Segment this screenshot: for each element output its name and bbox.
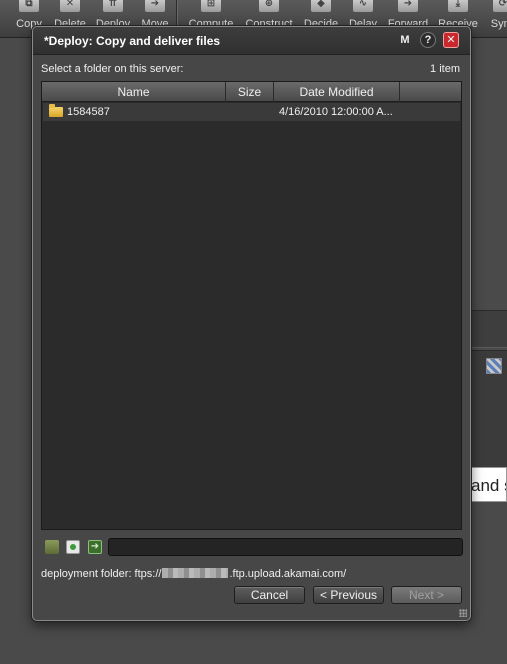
deployment-folder-suffix: .ftp.upload.akamai.com/ bbox=[229, 568, 347, 580]
file-list[interactable]: Name Size Date Modified 1584587 4/16/201… bbox=[41, 81, 462, 530]
cancel-button[interactable]: Cancel bbox=[234, 586, 305, 604]
column-header-filler bbox=[400, 82, 463, 102]
compute-icon: ⊞ bbox=[201, 0, 221, 12]
column-header-size[interactable]: Size bbox=[226, 82, 274, 102]
previous-button[interactable]: < Previous bbox=[313, 586, 384, 604]
delay-icon: ∿ bbox=[353, 0, 373, 12]
background-panel-header bbox=[471, 310, 507, 348]
toolbar-sync-button[interactable]: ⟳ Sync bbox=[480, 0, 507, 37]
decide-icon: ◆ bbox=[311, 0, 331, 12]
sync-icon: ⟳ bbox=[493, 0, 507, 12]
deploy-icon: ⇈ bbox=[103, 0, 123, 12]
dialog-title: *Deploy: Copy and deliver files bbox=[44, 34, 221, 48]
construct-icon: ⊕ bbox=[259, 0, 279, 12]
select-folder-label: Select a folder on this server: bbox=[41, 63, 184, 75]
go-arrow-icon[interactable]: ➜ bbox=[88, 540, 102, 554]
new-file-icon[interactable] bbox=[66, 540, 80, 554]
next-button[interactable]: Next > bbox=[391, 586, 462, 604]
list-header: Name Size Date Modified bbox=[42, 82, 461, 102]
move-icon: ➔ bbox=[145, 0, 165, 12]
resize-grip-icon[interactable] bbox=[459, 609, 467, 617]
column-header-name[interactable]: Name bbox=[42, 82, 226, 102]
folder-name: 1584587 bbox=[67, 106, 110, 118]
help-icon[interactable]: ? bbox=[420, 32, 436, 48]
deploy-dialog: *Deploy: Copy and deliver files M ? ✕ Se… bbox=[32, 26, 471, 621]
deployment-folder-text: deployment folder: ftps:// .ftp.upload.ak… bbox=[41, 568, 346, 580]
receive-icon: ⤓ bbox=[448, 0, 468, 12]
column-header-date-modified[interactable]: Date Modified bbox=[274, 82, 400, 102]
folder-icon bbox=[49, 104, 63, 117]
item-count: 1 item bbox=[430, 63, 460, 75]
background-text-field: and s bbox=[466, 467, 507, 502]
m-button[interactable]: M bbox=[397, 32, 413, 48]
redacted-hostname bbox=[162, 568, 229, 578]
close-icon[interactable]: ✕ bbox=[443, 32, 459, 48]
image-thumbnail-icon[interactable] bbox=[486, 358, 502, 374]
deployment-folder-prefix: deployment folder: ftps:// bbox=[41, 568, 162, 580]
toolbar-sync-label: Sync bbox=[490, 18, 507, 30]
folder-date-modified: 4/16/2010 12:00:00 A... bbox=[279, 106, 393, 118]
path-input[interactable] bbox=[108, 538, 463, 556]
forward-icon: ➜ bbox=[398, 0, 418, 12]
new-folder-icon[interactable] bbox=[45, 540, 59, 554]
dialog-title-bar[interactable]: *Deploy: Copy and deliver files M ? ✕ bbox=[33, 27, 470, 55]
delete-icon: ✕ bbox=[60, 0, 80, 12]
list-item[interactable]: 1584587 4/16/2010 12:00:00 A... bbox=[43, 103, 460, 121]
copy-icon: ⧉ bbox=[19, 0, 39, 12]
